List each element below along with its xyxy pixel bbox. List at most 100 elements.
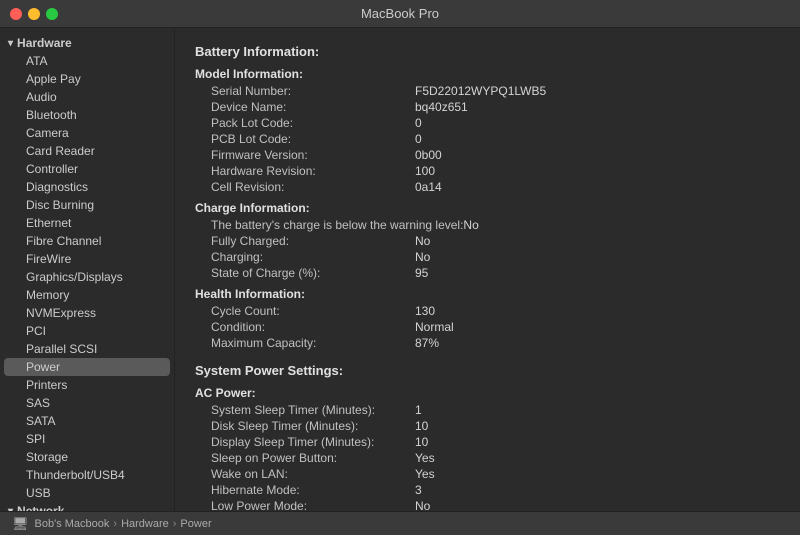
info-label: Disk Sleep Timer (Minutes): xyxy=(195,419,415,433)
sidebar-item-audio[interactable]: Audio xyxy=(0,88,174,106)
table-row: State of Charge (%):95 xyxy=(195,265,780,281)
info-value: No xyxy=(415,234,430,248)
info-value: 130 xyxy=(415,304,435,318)
info-value: 1 xyxy=(415,403,422,417)
info-label: State of Charge (%): xyxy=(195,266,415,280)
info-value: bq40z651 xyxy=(415,100,468,114)
sidebar-item-firewire[interactable]: FireWire xyxy=(0,250,174,268)
ac-power-label: AC Power: xyxy=(195,386,780,400)
sidebar-item-controller[interactable]: Controller xyxy=(0,160,174,178)
battery-info-title: Battery Information: xyxy=(195,44,780,59)
info-value: 0a14 xyxy=(415,180,442,194)
breadcrumb-sep1: › xyxy=(113,518,117,530)
charge-info-label: Charge Information: xyxy=(195,201,780,215)
maximize-button[interactable] xyxy=(46,8,58,20)
info-label: Cell Revision: xyxy=(195,180,415,194)
sidebar-item-nvmexpress[interactable]: NVMExpress xyxy=(0,304,174,322)
minimize-button[interactable] xyxy=(28,8,40,20)
sidebar-item-diagnostics[interactable]: Diagnostics xyxy=(0,178,174,196)
info-label: The battery's charge is below the warnin… xyxy=(195,218,463,232)
info-label: Wake on LAN: xyxy=(195,467,415,481)
table-row: Display Sleep Timer (Minutes):10 xyxy=(195,434,780,450)
table-row: Hibernate Mode:3 xyxy=(195,482,780,498)
table-row: Wake on LAN:Yes xyxy=(195,466,780,482)
info-label: Cycle Count: xyxy=(195,304,415,318)
sidebar-item-sas[interactable]: SAS xyxy=(0,394,174,412)
sidebar-item-printers[interactable]: Printers xyxy=(0,376,174,394)
breadcrumb-hardware: Hardware xyxy=(121,518,169,530)
table-row: Serial Number:F5D22012WYPQ1LWB5 xyxy=(195,83,780,99)
table-row: Sleep on Power Button:Yes xyxy=(195,450,780,466)
table-row: Disk Sleep Timer (Minutes):10 xyxy=(195,418,780,434)
table-row: PCB Lot Code:0 xyxy=(195,131,780,147)
sidebar-section-network[interactable]: ▾Network xyxy=(0,502,174,511)
status-bar: 🖥 Bob's Macbook › Hardware › Power xyxy=(0,511,800,535)
sidebar-item-apple-pay[interactable]: Apple Pay xyxy=(0,70,174,88)
section-label: Hardware xyxy=(17,36,72,50)
info-value: 0 xyxy=(415,132,422,146)
info-value: No xyxy=(463,218,478,232)
info-label: Fully Charged: xyxy=(195,234,415,248)
info-label: Maximum Capacity: xyxy=(195,336,415,350)
info-value: Yes xyxy=(415,467,435,481)
table-row: Maximum Capacity:87% xyxy=(195,335,780,351)
sidebar-item-fibre-channel[interactable]: Fibre Channel xyxy=(0,232,174,250)
window-title: MacBook Pro xyxy=(361,6,439,21)
sidebar-item-spi[interactable]: SPI xyxy=(0,430,174,448)
table-row: Pack Lot Code:0 xyxy=(195,115,780,131)
info-label: Serial Number: xyxy=(195,84,415,98)
table-row: Low Power Mode:No xyxy=(195,498,780,511)
info-value: 87% xyxy=(415,336,439,350)
info-label: Condition: xyxy=(195,320,415,334)
health-info-label: Health Information: xyxy=(195,287,780,301)
sidebar-section-hardware[interactable]: ▾Hardware xyxy=(0,34,174,52)
sidebar-item-parallel-scsi[interactable]: Parallel SCSI xyxy=(0,340,174,358)
info-value: F5D22012WYPQ1LWB5 xyxy=(415,84,546,98)
computer-icon: 🖥 xyxy=(12,516,29,532)
info-label: Device Name: xyxy=(195,100,415,114)
sidebar-item-memory[interactable]: Memory xyxy=(0,286,174,304)
sidebar-item-card-reader[interactable]: Card Reader xyxy=(0,142,174,160)
info-value: 0b00 xyxy=(415,148,442,162)
sidebar-item-bluetooth[interactable]: Bluetooth xyxy=(0,106,174,124)
info-label: Charging: xyxy=(195,250,415,264)
info-value: 3 xyxy=(415,483,422,497)
info-value: 95 xyxy=(415,266,428,280)
info-label: Pack Lot Code: xyxy=(195,116,415,130)
info-value: No xyxy=(415,499,430,511)
sidebar-item-usb[interactable]: USB xyxy=(0,484,174,502)
sidebar-item-storage[interactable]: Storage xyxy=(0,448,174,466)
sidebar-item-power[interactable]: Power xyxy=(4,358,170,376)
sidebar-item-graphics-displays[interactable]: Graphics/Displays xyxy=(0,268,174,286)
table-row: Hardware Revision:100 xyxy=(195,163,780,179)
info-value: Normal xyxy=(415,320,454,334)
info-label: Display Sleep Timer (Minutes): xyxy=(195,435,415,449)
sidebar-item-camera[interactable]: Camera xyxy=(0,124,174,142)
table-row: Charging:No xyxy=(195,249,780,265)
sidebar: ▾HardwareATAApple PayAudioBluetoothCamer… xyxy=(0,28,175,511)
sidebar-item-ethernet[interactable]: Ethernet xyxy=(0,214,174,232)
table-row: Device Name:bq40z651 xyxy=(195,99,780,115)
info-label: PCB Lot Code: xyxy=(195,132,415,146)
sidebar-item-disc-burning[interactable]: Disc Burning xyxy=(0,196,174,214)
main-content: ▾HardwareATAApple PayAudioBluetoothCamer… xyxy=(0,28,800,511)
traffic-lights xyxy=(10,8,58,20)
system-power-title: System Power Settings: xyxy=(195,363,780,378)
info-value: 10 xyxy=(415,435,428,449)
info-value: 0 xyxy=(415,116,422,130)
title-bar: MacBook Pro xyxy=(0,0,800,28)
info-label: System Sleep Timer (Minutes): xyxy=(195,403,415,417)
sidebar-item-ata[interactable]: ATA xyxy=(0,52,174,70)
table-row: Firmware Version:0b00 xyxy=(195,147,780,163)
table-row: Cycle Count:130 xyxy=(195,303,780,319)
info-value: Yes xyxy=(415,451,435,465)
sidebar-item-pci[interactable]: PCI xyxy=(0,322,174,340)
table-row: The battery's charge is below the warnin… xyxy=(195,217,780,233)
breadcrumb-power: Power xyxy=(180,518,211,530)
sidebar-item-sata[interactable]: SATA xyxy=(0,412,174,430)
sidebar-item-thunderbolt-usb4[interactable]: Thunderbolt/USB4 xyxy=(0,466,174,484)
breadcrumb-computer: Bob's Macbook xyxy=(35,518,110,530)
info-value: 10 xyxy=(415,419,428,433)
close-button[interactable] xyxy=(10,8,22,20)
table-row: System Sleep Timer (Minutes):1 xyxy=(195,402,780,418)
